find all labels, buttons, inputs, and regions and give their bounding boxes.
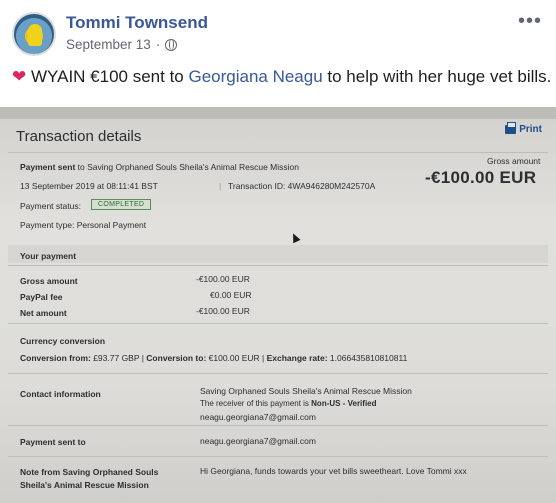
payment-status-label: Payment status:: [20, 201, 81, 211]
fee-label: PayPal fee: [20, 292, 63, 302]
post-header: Tommi Townsend September 13 · •••: [0, 0, 556, 62]
contact-label: Contact information: [20, 389, 101, 399]
post-photo[interactable]: Transaction details Print Payment sent t…: [0, 107, 556, 503]
print-label: Print: [519, 124, 542, 135]
note-text: Hi Georgiana, funds towards your vet bil…: [200, 466, 467, 476]
fee-value: €0.00 EUR: [210, 290, 252, 300]
post-text-before: WYAIN €100 sent to: [30, 67, 189, 86]
receiver-status: The receiver of this payment is Non-US -…: [200, 399, 377, 408]
mention-link[interactable]: Georgiana Neagu: [188, 67, 322, 86]
transaction-id: Transaction ID: 4WA946280M242570A: [228, 181, 376, 191]
post-date[interactable]: September 13: [66, 37, 151, 52]
note-label-line-2: Sheila's Animal Rescue Mission: [20, 480, 149, 490]
payment-sent-to-label: Payment sent to: [20, 437, 86, 447]
meta-separator: ·: [155, 37, 161, 52]
printer-icon: [505, 122, 517, 134]
print-button[interactable]: Print: [505, 122, 542, 135]
transaction-date: 13 September 2019 at 08:11:41 BST: [20, 181, 158, 191]
status-badge: COMPLETED: [91, 199, 152, 210]
gross-amount-value: -€100.00 EUR: [425, 168, 537, 187]
mouse-cursor-icon: [289, 231, 301, 244]
contact-name: Saving Orphaned Souls Sheila's Animal Re…: [200, 386, 412, 396]
contact-email[interactable]: neagu.georgiana7@gmail.com: [200, 412, 316, 422]
globe-icon[interactable]: [165, 38, 178, 51]
gross-value: -€100.00 EUR: [196, 274, 250, 284]
ellipsis-icon[interactable]: •••: [518, 10, 542, 33]
note-label-line-1: Note from Saving Orphaned Souls: [20, 467, 159, 477]
post-text-after: to help with her huge vet bills.: [322, 67, 556, 86]
net-label: Net amount: [20, 308, 67, 318]
post-text: ❤ WYAIN €100 sent to Georgiana Neagu to …: [12, 66, 552, 88]
payment-sent-line: Payment sent to Saving Orphaned Souls Sh…: [20, 162, 299, 172]
avatar[interactable]: [12, 12, 56, 56]
gross-label: Gross amount: [20, 276, 78, 286]
your-payment-heading: Your payment: [20, 251, 77, 261]
post-meta: September 13 ·: [66, 37, 178, 52]
heart-icon: ❤: [12, 67, 27, 86]
gross-amount-label: Gross amount: [487, 156, 541, 166]
payment-sent-to-email[interactable]: neagu.georgiana7@gmail.com: [200, 436, 316, 446]
conversion-line: Conversion from: £93.77 GBP | Conversion…: [20, 353, 408, 363]
net-value: -€100.00 EUR: [196, 306, 250, 316]
payment-type: Payment type: Personal Payment: [20, 220, 147, 230]
id-separator: |: [219, 181, 222, 191]
currency-heading: Currency conversion: [20, 336, 106, 346]
author-name[interactable]: Tommi Townsend: [66, 13, 208, 33]
transaction-details-title: Transaction details: [16, 128, 142, 145]
